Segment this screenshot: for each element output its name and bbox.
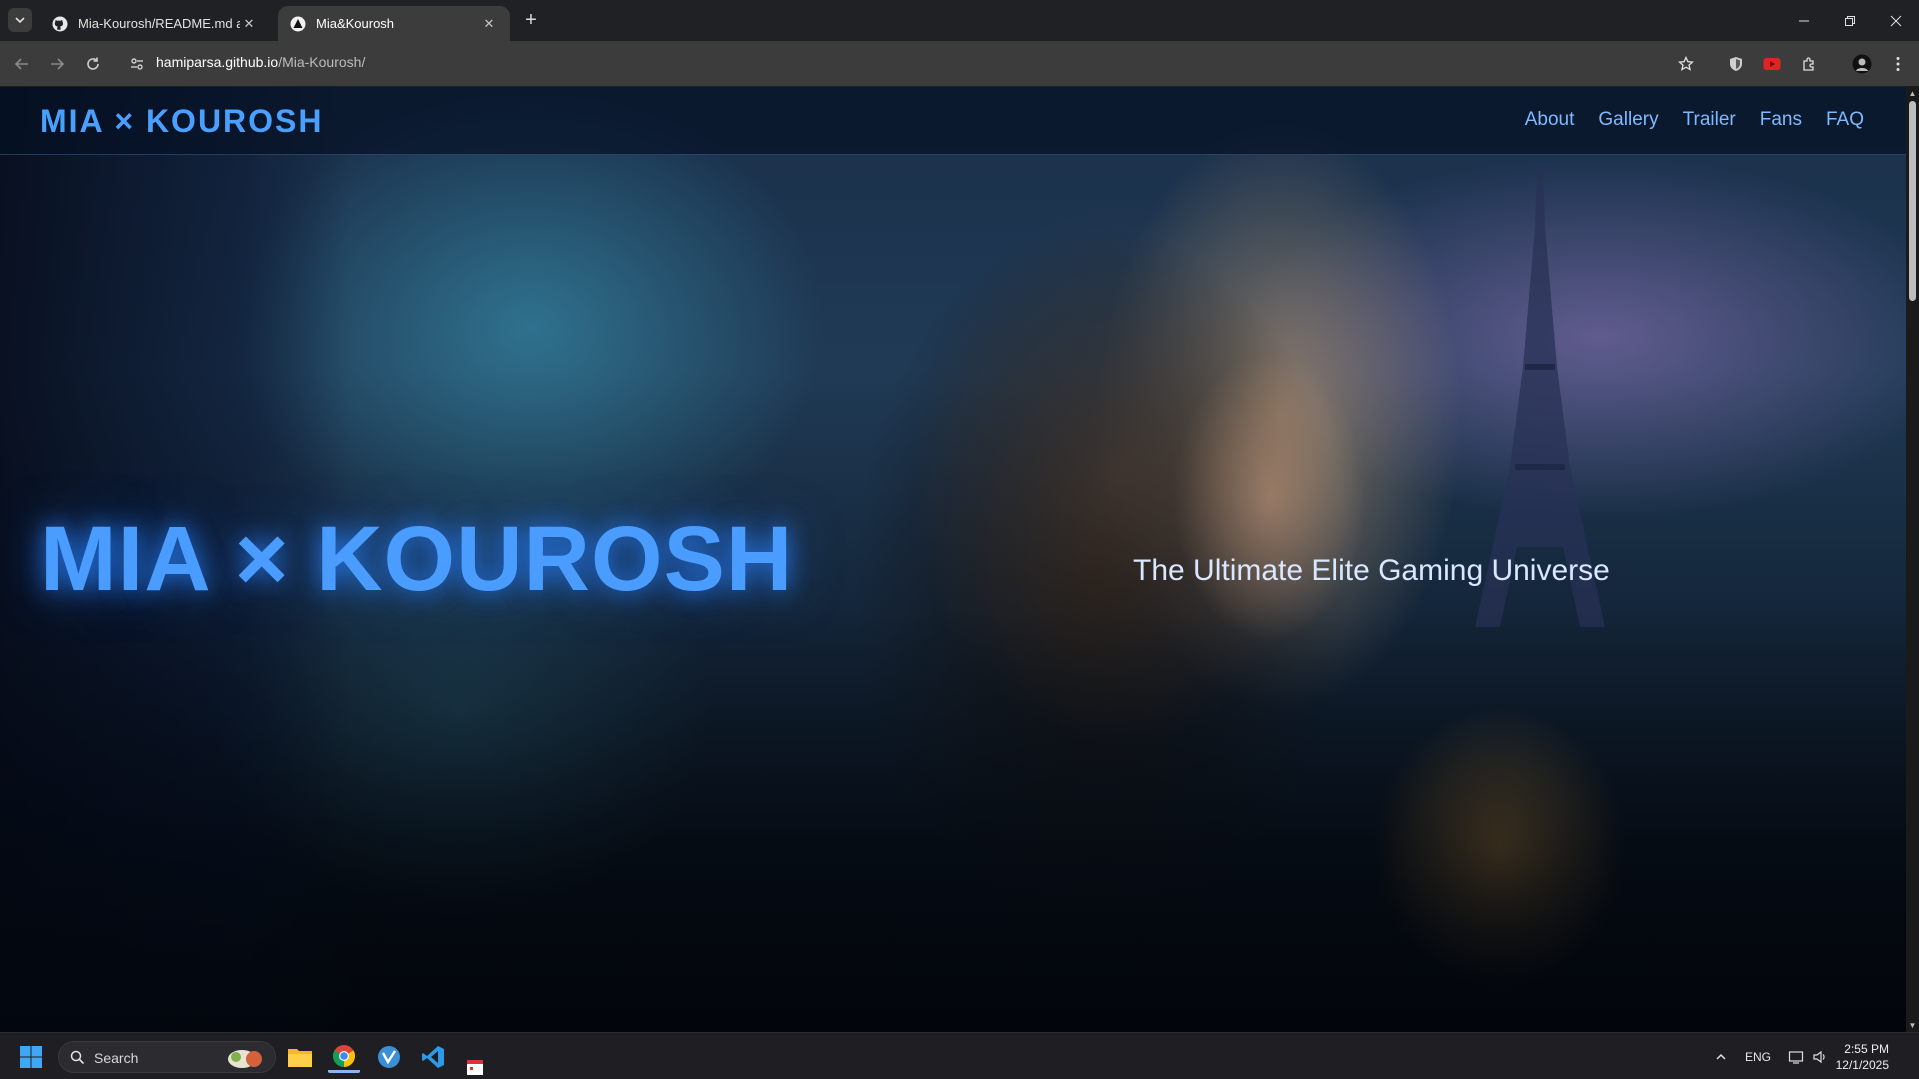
close-icon — [1890, 15, 1902, 26]
network-icon — [1788, 1051, 1804, 1064]
windows-logo-icon — [20, 1046, 42, 1068]
extension-shield-button[interactable] — [1724, 52, 1748, 76]
url-host: hamiparsa.github.io — [156, 54, 279, 70]
chrome-taskbar-icon[interactable] — [328, 1041, 360, 1073]
nav-link-trailer[interactable]: Trailer — [1683, 109, 1736, 131]
bookmark-button[interactable] — [1674, 52, 1698, 76]
kebab-menu-icon — [1896, 57, 1900, 71]
v-app-icon — [378, 1046, 400, 1068]
chrome-icon — [333, 1044, 355, 1067]
tab-title: Mia-Kourosh/README.md at m — [78, 16, 240, 31]
shield-icon — [1730, 57, 1742, 71]
close-tab-icon[interactable]: ✕ — [480, 15, 498, 33]
url-text[interactable]: hamiparsa.github.io/Mia-Kourosh/ — [156, 54, 365, 70]
hero-title: MIA × KOUROSH — [40, 508, 794, 610]
tab-title: Mia&Kourosh — [316, 16, 395, 31]
calendar-icon — [467, 1060, 483, 1075]
windows-taskbar: Search ENG 2:55 PM 12/1/2025 — [0, 1032, 1919, 1079]
calendar-app-taskbar-icon[interactable] — [459, 1051, 491, 1079]
site-favicon-icon — [290, 16, 306, 31]
youtube-icon — [1763, 58, 1781, 70]
site-nav: About Gallery Trailer Fans FAQ — [1525, 109, 1864, 131]
browser-tab-strip: Mia-Kourosh/README.md at m ✕ Mia&Kourosh… — [0, 0, 1919, 41]
page-viewport: MIA × KOUROSH About Gallery Trailer Fans… — [0, 87, 1906, 1032]
scrollbar-thumb[interactable] — [1909, 101, 1916, 301]
site-logo[interactable]: MIA × KOUROSH — [40, 103, 324, 140]
chevron-down-icon — [15, 17, 25, 24]
page-scrollbar[interactable]: ▲ ▼ — [1906, 87, 1919, 1032]
restore-icon — [1845, 15, 1855, 26]
search-icon — [70, 1050, 85, 1065]
forward-button[interactable] — [45, 52, 69, 76]
url-path: /Mia-Kourosh/ — [278, 54, 366, 70]
taskbar-search-placeholder: Search — [94, 1050, 139, 1066]
minimize-icon — [1799, 20, 1809, 21]
speaker-icon — [1813, 1050, 1825, 1064]
nav-link-fans[interactable]: Fans — [1760, 109, 1802, 131]
hero-tagline: The Ultimate Elite Gaming Universe — [1133, 554, 1610, 587]
vscode-taskbar-icon[interactable] — [417, 1041, 449, 1073]
profile-avatar[interactable] — [1850, 52, 1874, 76]
star-icon — [1678, 56, 1694, 71]
app-v-taskbar-icon[interactable] — [373, 1041, 405, 1073]
reload-icon — [87, 57, 99, 70]
taskbar-clock[interactable]: 2:55 PM 12/1/2025 — [1836, 1041, 1889, 1073]
chevron-up-icon — [1716, 1053, 1726, 1060]
nav-link-faq[interactable]: FAQ — [1826, 109, 1864, 131]
puzzle-icon — [1803, 57, 1814, 71]
arrow-right-icon — [51, 58, 65, 70]
arrow-left-icon — [14, 58, 28, 70]
new-tab-button[interactable]: + — [520, 10, 542, 32]
close-window-button[interactable] — [1873, 0, 1919, 41]
close-tab-icon[interactable]: ✕ — [240, 15, 258, 33]
tab-mia-kourosh[interactable]: Mia&Kourosh ✕ — [278, 6, 510, 41]
site-header: MIA × KOUROSH About Gallery Trailer Fans… — [0, 87, 1906, 155]
clock-date: 12/1/2025 — [1835, 1058, 1889, 1072]
avatar-icon — [1852, 54, 1872, 74]
extension-youtube-button[interactable] — [1760, 52, 1784, 76]
nav-link-about[interactable]: About — [1525, 109, 1575, 131]
browser-toolbar: hamiparsa.github.io/Mia-Kourosh/ — [0, 41, 1919, 87]
reload-button[interactable] — [81, 52, 105, 76]
restore-window-button[interactable] — [1827, 0, 1873, 41]
nav-link-gallery[interactable]: Gallery — [1598, 109, 1658, 131]
tab-readme[interactable]: Mia-Kourosh/README.md at m ✕ — [40, 6, 270, 41]
clock-time: 2:55 PM — [1844, 1042, 1889, 1056]
start-button[interactable] — [15, 1041, 47, 1073]
browser-menu-button[interactable] — [1886, 52, 1910, 76]
site-info-button[interactable] — [125, 52, 149, 76]
tab-search-button[interactable] — [8, 8, 32, 32]
folder-icon — [288, 1049, 312, 1067]
minimize-window-button[interactable] — [1781, 0, 1827, 41]
tune-icon — [131, 58, 143, 70]
search-highlight-icon — [228, 1050, 262, 1068]
back-button[interactable] — [10, 52, 34, 76]
language-indicator[interactable]: ENG — [1745, 1050, 1771, 1064]
extensions-button[interactable] — [1797, 52, 1821, 76]
scroll-up-icon[interactable]: ▲ — [1908, 89, 1917, 98]
vscode-icon — [422, 1046, 444, 1068]
file-explorer-taskbar-icon[interactable] — [284, 1041, 316, 1073]
scroll-down-icon[interactable]: ▼ — [1908, 1021, 1917, 1030]
volume-tray-icon[interactable] — [1804, 1041, 1836, 1073]
taskbar-search-box[interactable]: Search — [58, 1041, 276, 1073]
show-hidden-icons-button[interactable] — [1705, 1041, 1737, 1073]
github-icon — [52, 16, 68, 31]
